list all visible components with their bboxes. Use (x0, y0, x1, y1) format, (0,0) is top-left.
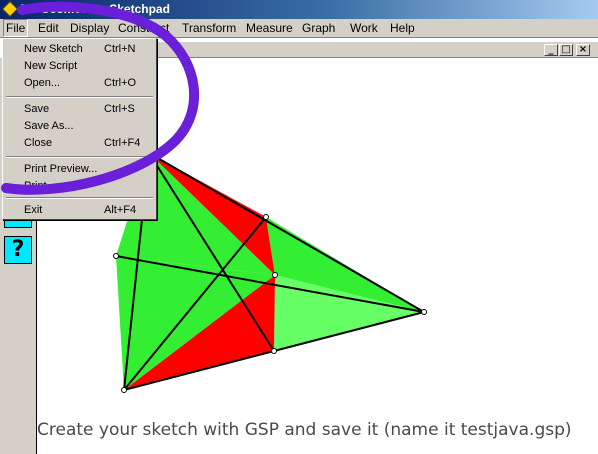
vertex-right[interactable] (421, 309, 427, 315)
menu-item-shortcut: Ctrl+O (104, 77, 137, 89)
midpoint-left[interactable] (113, 253, 119, 259)
centroid-point[interactable] (272, 272, 278, 278)
menu-item-label: Exit (24, 204, 43, 216)
menu-item-label: Save (24, 103, 50, 115)
instruction-caption: Create your sketch with GSP and save it … (37, 420, 572, 440)
menu-item-save[interactable]: Save Ctrl+S (3, 101, 156, 118)
menu-item-new-script[interactable]: New Script (3, 58, 156, 75)
menu-item-shortcut: Ctrl+S (104, 103, 135, 115)
menu-item-label: Save As... (24, 120, 74, 132)
menu-separator (6, 156, 153, 158)
menu-item-close[interactable]: Close Ctrl+F4 (3, 135, 156, 152)
menu-item-save-as[interactable]: Save As... (3, 118, 156, 135)
menu-item-new-sketch[interactable]: New Sketch Ctrl+N (3, 41, 156, 58)
menu-item-exit[interactable]: Exit Alt+F4 (3, 202, 156, 219)
menu-item-label: Open... (24, 77, 61, 89)
midpoint-right-top[interactable] (263, 214, 269, 220)
menu-item-label: Close (24, 137, 53, 149)
menu-item-shortcut: Alt+F4 (104, 204, 137, 216)
menu-item-shortcut: Ctrl+N (104, 43, 136, 55)
menu-item-open[interactable]: Open... Ctrl+O (3, 75, 156, 92)
file-dropdown-menu: New Sketch Ctrl+N New Script Open... Ctr… (2, 38, 157, 220)
menu-item-label: Print... (24, 180, 56, 192)
menu-separator (6, 96, 153, 98)
menu-item-label: New Sketch (24, 43, 83, 55)
menu-item-label: Print Preview... (24, 163, 98, 175)
menu-item-label: New Script (24, 60, 78, 72)
vertex-bottom[interactable] (121, 387, 127, 393)
menu-item-print-preview[interactable]: Print Preview... (3, 161, 156, 178)
midpoint-bottom[interactable] (271, 348, 277, 354)
menu-item-shortcut: Ctrl+F4 (104, 137, 141, 149)
menu-separator (6, 197, 153, 199)
menu-item-print[interactable]: Print... (3, 178, 156, 195)
